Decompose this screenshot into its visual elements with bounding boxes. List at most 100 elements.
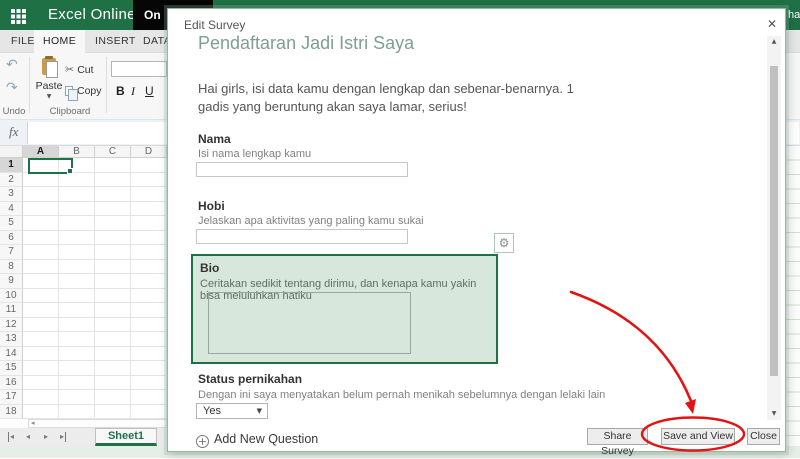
grid-cell-B6[interactable] [58, 230, 95, 245]
grid-cell-A8[interactable] [22, 259, 59, 274]
question-hobi-label[interactable]: Hobi [198, 199, 225, 213]
grid-cell-D13[interactable] [130, 332, 167, 347]
column-header-D[interactable]: D [130, 146, 167, 158]
grid-cell-C8[interactable] [94, 259, 131, 274]
grid-cell-C17[interactable] [94, 390, 131, 405]
row-header-10[interactable]: 10 [0, 288, 23, 303]
grid-cell-D10[interactable] [130, 288, 167, 303]
question-bio-selected-block[interactable]: Bio Ceritakan sedikit tentang dirimu, da… [191, 254, 498, 364]
grid-cell-C15[interactable] [94, 361, 131, 376]
grid-cell-D8[interactable] [130, 259, 167, 274]
column-header-B[interactable]: B [58, 146, 95, 158]
grid-cell-D14[interactable] [130, 346, 167, 361]
grid-cell-C3[interactable] [94, 187, 131, 202]
grid-cell-B17[interactable] [58, 390, 95, 405]
hscroll-left-icon[interactable]: ◂ [31, 419, 35, 427]
grid-cell-A6[interactable] [22, 230, 59, 245]
row-header-14[interactable]: 14 [0, 346, 23, 361]
grid-cell-B14[interactable] [58, 346, 95, 361]
question-settings-gear-icon[interactable]: ⚙ [494, 233, 514, 253]
row-header-7[interactable]: 7 [0, 245, 23, 260]
grid-cell-A4[interactable] [22, 201, 59, 216]
scroll-down-icon[interactable]: ▼ [767, 408, 781, 420]
fx-icon[interactable]: fx [9, 124, 18, 140]
row-header-13[interactable]: 13 [0, 332, 23, 347]
grid-cell-C18[interactable] [94, 404, 131, 419]
grid-cell-B7[interactable] [58, 245, 95, 260]
grid-cell-A12[interactable] [22, 317, 59, 332]
sheet-tab-sheet1[interactable]: Sheet1 [95, 428, 157, 446]
grid-cell-A13[interactable] [22, 332, 59, 347]
italic-button[interactable]: I [131, 84, 135, 99]
grid-cell-D12[interactable] [130, 317, 167, 332]
grid-cell-A9[interactable] [22, 274, 59, 289]
cut-button[interactable]: ✂ Cut [65, 63, 94, 76]
dialog-scrollbar[interactable]: ▲ ▼ [767, 36, 781, 420]
grid-cell-C1[interactable] [94, 158, 131, 173]
grid-cell-A15[interactable] [22, 361, 59, 376]
select-all-corner[interactable] [0, 146, 23, 158]
undo-icon[interactable]: ↶ [6, 58, 18, 72]
row-header-12[interactable]: 12 [0, 317, 23, 332]
share-survey-button[interactable]: Share Survey [587, 428, 648, 457]
grid-cell-C10[interactable] [94, 288, 131, 303]
question-hobi-input[interactable] [196, 229, 408, 244]
grid-cell-D9[interactable] [130, 274, 167, 289]
grid-cell-A10[interactable] [22, 288, 59, 303]
column-header-A[interactable]: A [22, 146, 59, 158]
grid-cell-B18[interactable] [58, 404, 95, 419]
question-status-dropdown[interactable]: Yes ▼ [196, 403, 268, 419]
bold-button[interactable]: B [116, 84, 125, 98]
grid-cell-C7[interactable] [94, 245, 131, 260]
scrollbar-thumb[interactable] [770, 66, 778, 376]
grid-cell-C6[interactable] [94, 230, 131, 245]
underline-button[interactable]: U [145, 84, 154, 98]
grid-cell-B2[interactable] [58, 172, 95, 187]
row-header-2[interactable]: 2 [0, 172, 23, 187]
grid-cell-B11[interactable] [58, 303, 95, 318]
font-name-box[interactable] [111, 61, 167, 77]
grid-cell-A2[interactable] [22, 172, 59, 187]
grid-cell-A18[interactable] [22, 404, 59, 419]
grid-cell-B9[interactable] [58, 274, 95, 289]
grid-cell-A17[interactable] [22, 390, 59, 405]
row-header-1[interactable]: 1 [0, 158, 23, 173]
survey-description[interactable]: Hai girls, isi data kamu dengan lengkap … [198, 80, 590, 116]
row-header-11[interactable]: 11 [0, 303, 23, 318]
grid-cell-D1[interactable] [130, 158, 167, 173]
question-status-label[interactable]: Status pernikahan [198, 372, 302, 386]
grid-cell-D3[interactable] [130, 187, 167, 202]
grid-cell-C9[interactable] [94, 274, 131, 289]
row-header-18[interactable]: 18 [0, 404, 23, 419]
grid-cell-B4[interactable] [58, 201, 95, 216]
row-header-8[interactable]: 8 [0, 259, 23, 274]
question-nama-label[interactable]: Nama [198, 132, 231, 146]
grid-cell-B5[interactable] [58, 216, 95, 231]
grid-cell-A14[interactable] [22, 346, 59, 361]
question-nama-input[interactable] [196, 162, 408, 177]
app-launcher-waffle-icon[interactable] [11, 9, 15, 13]
row-header-16[interactable]: 16 [0, 375, 23, 390]
save-and-view-button[interactable]: Save and View [661, 428, 735, 445]
add-new-question-link[interactable]: + Add New Question [196, 430, 318, 448]
prev-sheet-icon[interactable]: ◂ [26, 432, 30, 442]
grid-cell-B3[interactable] [58, 187, 95, 202]
horizontal-scrollbar[interactable]: ◂ [28, 419, 167, 428]
paste-button[interactable]: Paste ▼ [35, 56, 63, 102]
question-bio-textarea[interactable] [208, 292, 411, 354]
dialog-close-icon[interactable]: ✕ [763, 15, 781, 33]
grid-cell-A3[interactable] [22, 187, 59, 202]
first-sheet-icon[interactable]: ◂ [8, 432, 14, 442]
next-sheet-icon[interactable]: ▸ [44, 432, 48, 442]
grid-cell-C16[interactable] [94, 375, 131, 390]
grid-cell-B8[interactable] [58, 259, 95, 274]
grid-cell-A11[interactable] [22, 303, 59, 318]
grid-cell-D2[interactable] [130, 172, 167, 187]
column-header-C[interactable]: C [94, 146, 131, 158]
grid-cell-B10[interactable] [58, 288, 95, 303]
row-header-9[interactable]: 9 [0, 274, 23, 289]
grid-cell-D18[interactable] [130, 404, 167, 419]
survey-title[interactable]: Pendaftaran Jadi Istri Saya [198, 33, 414, 54]
grid-cell-C4[interactable] [94, 201, 131, 216]
grid-cell-C13[interactable] [94, 332, 131, 347]
